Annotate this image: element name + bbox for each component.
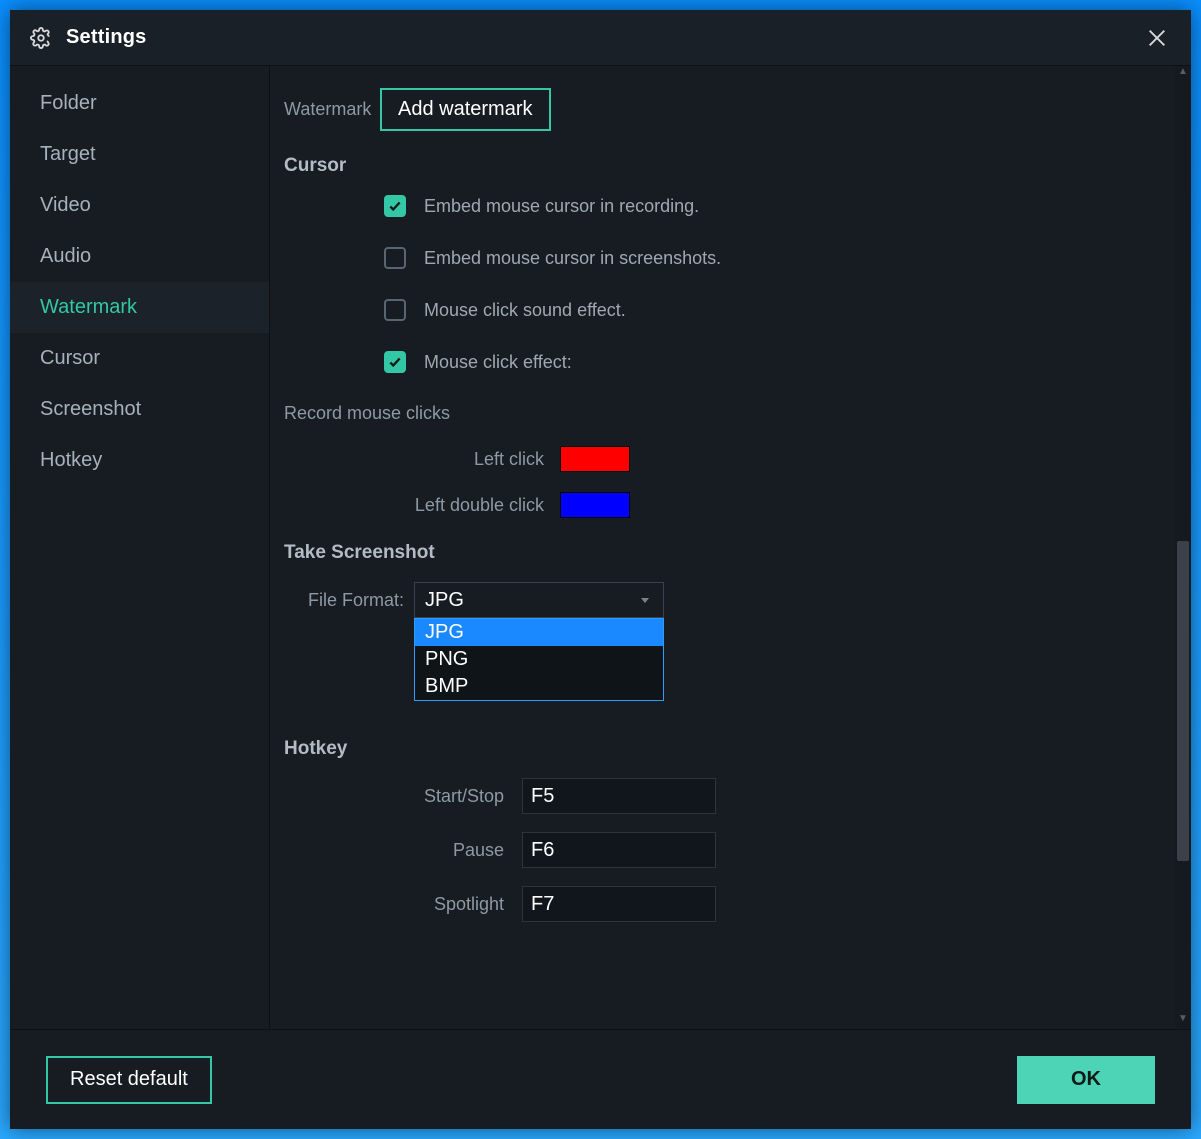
cursor-section-title: Cursor bbox=[284, 155, 1167, 177]
sidebar-item-audio[interactable]: Audio bbox=[10, 231, 269, 282]
file-format-label: File Format: bbox=[284, 590, 404, 611]
left-click-row: Left click bbox=[284, 446, 1167, 472]
hotkey-section-title: Hotkey bbox=[284, 738, 1167, 760]
record-clicks-title: Record mouse clicks bbox=[284, 403, 1167, 424]
file-format-select[interactable]: JPG bbox=[414, 582, 664, 618]
checkbox-embed-screenshots[interactable] bbox=[384, 247, 406, 269]
file-format-row: File Format: JPG JPG PNG BMP bbox=[284, 582, 1167, 618]
hotkey-row-startstop: Start/Stop bbox=[284, 778, 1167, 814]
file-format-option-png[interactable]: PNG bbox=[415, 646, 663, 673]
scroll-down-icon[interactable]: ▼ bbox=[1175, 1013, 1191, 1029]
hotkey-pause-label: Pause bbox=[284, 840, 504, 861]
hotkey-row-pause: Pause bbox=[284, 832, 1167, 868]
chevron-down-icon bbox=[637, 589, 653, 612]
sidebar-item-target[interactable]: Target bbox=[10, 129, 269, 180]
cursor-opt-2-label: Mouse click sound effect. bbox=[424, 300, 626, 321]
sidebar-item-video[interactable]: Video bbox=[10, 180, 269, 231]
hotkey-pause-input[interactable] bbox=[522, 832, 716, 868]
checkbox-click-sound[interactable] bbox=[384, 299, 406, 321]
hotkey-row-spotlight: Spotlight bbox=[284, 886, 1167, 922]
sidebar-item-screenshot[interactable]: Screenshot bbox=[10, 384, 269, 435]
settings-window: Settings Folder Target Video Audio Water… bbox=[10, 10, 1191, 1129]
file-format-option-jpg[interactable]: JPG bbox=[415, 619, 663, 646]
sidebar: Folder Target Video Audio Watermark Curs… bbox=[10, 66, 270, 1029]
sidebar-item-folder[interactable]: Folder bbox=[10, 78, 269, 129]
footer: Reset default OK bbox=[10, 1029, 1191, 1129]
reset-default-button[interactable]: Reset default bbox=[46, 1056, 212, 1104]
body: Folder Target Video Audio Watermark Curs… bbox=[10, 66, 1191, 1029]
cursor-opt-3-label: Mouse click effect: bbox=[424, 352, 572, 373]
file-format-options: JPG PNG BMP bbox=[414, 618, 664, 701]
file-format-select-wrap: JPG JPG PNG BMP bbox=[414, 582, 664, 618]
cursor-opt-2: Mouse click sound effect. bbox=[384, 299, 1167, 321]
screenshot-section-title: Take Screenshot bbox=[284, 542, 1167, 564]
titlebar: Settings bbox=[10, 10, 1191, 66]
cursor-opt-3: Mouse click effect: bbox=[384, 351, 1167, 373]
window-title: Settings bbox=[66, 26, 147, 49]
ok-button[interactable]: OK bbox=[1017, 1056, 1155, 1104]
left-double-click-color[interactable] bbox=[560, 492, 630, 518]
file-format-value: JPG bbox=[425, 589, 464, 612]
content: Watermark Add watermark Cursor Embed mou… bbox=[270, 66, 1175, 1029]
scroll-up-icon[interactable]: ▲ bbox=[1175, 66, 1191, 82]
hotkey-spotlight-label: Spotlight bbox=[284, 894, 504, 915]
scroll-thumb[interactable] bbox=[1177, 541, 1189, 861]
hotkey-spotlight-input[interactable] bbox=[522, 886, 716, 922]
add-watermark-button[interactable]: Add watermark bbox=[380, 88, 551, 131]
checkbox-embed-recording[interactable] bbox=[384, 195, 406, 217]
close-button[interactable] bbox=[1143, 24, 1171, 52]
cursor-opt-0-label: Embed mouse cursor in recording. bbox=[424, 196, 699, 217]
sidebar-item-hotkey[interactable]: Hotkey bbox=[10, 435, 269, 486]
gear-icon bbox=[30, 27, 52, 49]
watermark-label: Watermark bbox=[284, 99, 380, 120]
left-click-label: Left click bbox=[284, 449, 544, 470]
cursor-opt-1-label: Embed mouse cursor in screenshots. bbox=[424, 248, 721, 269]
left-click-color[interactable] bbox=[560, 446, 630, 472]
sidebar-item-watermark[interactable]: Watermark bbox=[10, 282, 269, 333]
left-double-click-row: Left double click bbox=[284, 492, 1167, 518]
file-format-option-bmp[interactable]: BMP bbox=[415, 673, 663, 700]
sidebar-item-cursor[interactable]: Cursor bbox=[10, 333, 269, 384]
checkbox-click-effect[interactable] bbox=[384, 351, 406, 373]
hotkey-startstop-input[interactable] bbox=[522, 778, 716, 814]
left-double-click-label: Left double click bbox=[284, 495, 544, 516]
cursor-opt-1: Embed mouse cursor in screenshots. bbox=[384, 247, 1167, 269]
cursor-opt-0: Embed mouse cursor in recording. bbox=[384, 195, 1167, 217]
hotkey-startstop-label: Start/Stop bbox=[284, 786, 504, 807]
content-wrap: Watermark Add watermark Cursor Embed mou… bbox=[270, 66, 1191, 1029]
scrollbar[interactable]: ▲ ▼ bbox=[1175, 66, 1191, 1029]
watermark-row: Watermark Add watermark bbox=[284, 88, 1167, 131]
